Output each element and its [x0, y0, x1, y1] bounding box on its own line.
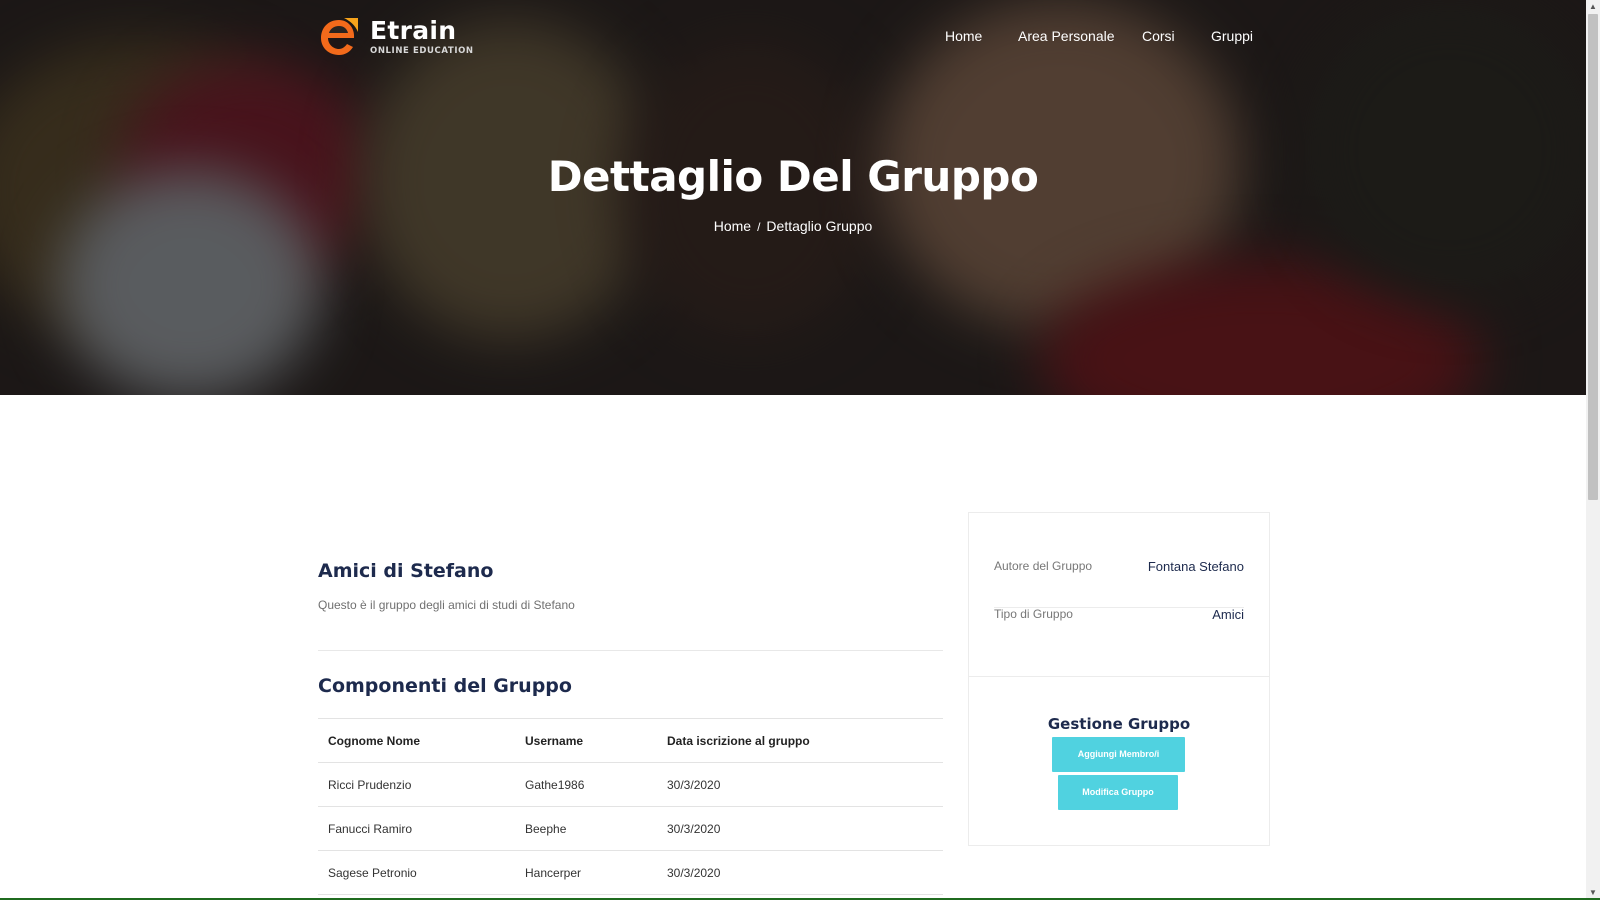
type-value: Amici: [1212, 607, 1244, 622]
author-value: Fontana Stefano: [1147, 559, 1244, 574]
group-info-panel: Autore del Gruppo Fontana Stefano Tipo d…: [969, 513, 1269, 677]
breadcrumb-separator: /: [757, 220, 761, 234]
scrollbar[interactable]: ▲ ▼: [1586, 0, 1600, 900]
page-title: Dettaglio Del Gruppo: [547, 152, 1039, 201]
member-join-date: 30/3/2020: [667, 778, 721, 792]
member-join-date: 30/3/2020: [667, 822, 721, 836]
manage-title: Gestione Gruppo: [1047, 715, 1191, 733]
scroll-up-icon[interactable]: ▲: [1586, 0, 1600, 14]
group-description: Questo è il gruppo degli amici di studi …: [318, 598, 575, 612]
type-label: Tipo di Gruppo: [994, 607, 1073, 621]
member-name: Ricci Prudenzio: [328, 778, 412, 792]
table-row: Ricci Prudenzio Gathe1986 30/3/2020: [318, 762, 943, 806]
member-username: Hancerper: [525, 866, 582, 880]
column-header: Data iscrizione al gruppo: [667, 734, 810, 748]
group-sidebar: Autore del Gruppo Fontana Stefano Tipo d…: [968, 512, 1270, 846]
member-username: Beephe: [525, 822, 567, 836]
brand-tagline: ONLINE EDUCATION: [370, 46, 474, 56]
nav-area-personale[interactable]: Area Personale: [1018, 28, 1115, 44]
author-label: Autore del Gruppo: [994, 559, 1093, 573]
author-row: Autore del Gruppo Fontana Stefano: [994, 559, 1244, 608]
divider: [318, 650, 943, 651]
table-row: Sagese Petronio Hancerper 30/3/2020: [318, 850, 943, 895]
member-join-date: 30/3/2020: [667, 866, 721, 880]
member-name: Fanucci Ramiro: [328, 822, 413, 836]
breadcrumb: Home / Dettaglio Gruppo: [0, 218, 1586, 234]
edit-group-button[interactable]: Modifica Gruppo: [1058, 775, 1178, 810]
nav-corsi[interactable]: Corsi: [1142, 28, 1175, 44]
member-name: Sagese Petronio: [328, 866, 417, 880]
scrollbar-thumb[interactable]: [1588, 14, 1598, 500]
brand-name: Etrain: [370, 16, 457, 45]
type-row: Tipo di Gruppo Amici: [994, 607, 1244, 655]
breadcrumb-current: Dettaglio Gruppo: [766, 218, 873, 234]
members-table: Cognome Nome Username Data iscrizione al…: [318, 718, 943, 895]
hero-banner: Etrain ONLINE EDUCATION Home Area Person…: [0, 0, 1586, 395]
member-username: Gathe1986: [525, 778, 585, 792]
add-member-button[interactable]: Aggiungi Membro/i: [1052, 737, 1185, 772]
column-header: Username: [525, 734, 584, 748]
table-header-row: Cognome Nome Username Data iscrizione al…: [318, 718, 943, 762]
logo-e-icon: [321, 18, 358, 55]
nav-home[interactable]: Home: [945, 28, 982, 44]
column-header: Cognome Nome: [328, 734, 421, 748]
table-row: Fanucci Ramiro Beephe 30/3/2020: [318, 806, 943, 850]
group-title: Amici di Stefano: [318, 560, 494, 582]
breadcrumb-home[interactable]: Home: [714, 218, 751, 234]
logo[interactable]: Etrain ONLINE EDUCATION: [318, 16, 474, 58]
nav-gruppi[interactable]: Gruppi: [1211, 28, 1253, 44]
members-title: Componenti del Gruppo: [318, 675, 572, 697]
group-management-panel: Gestione Gruppo Aggiungi Membro/i Modifi…: [969, 677, 1269, 845]
